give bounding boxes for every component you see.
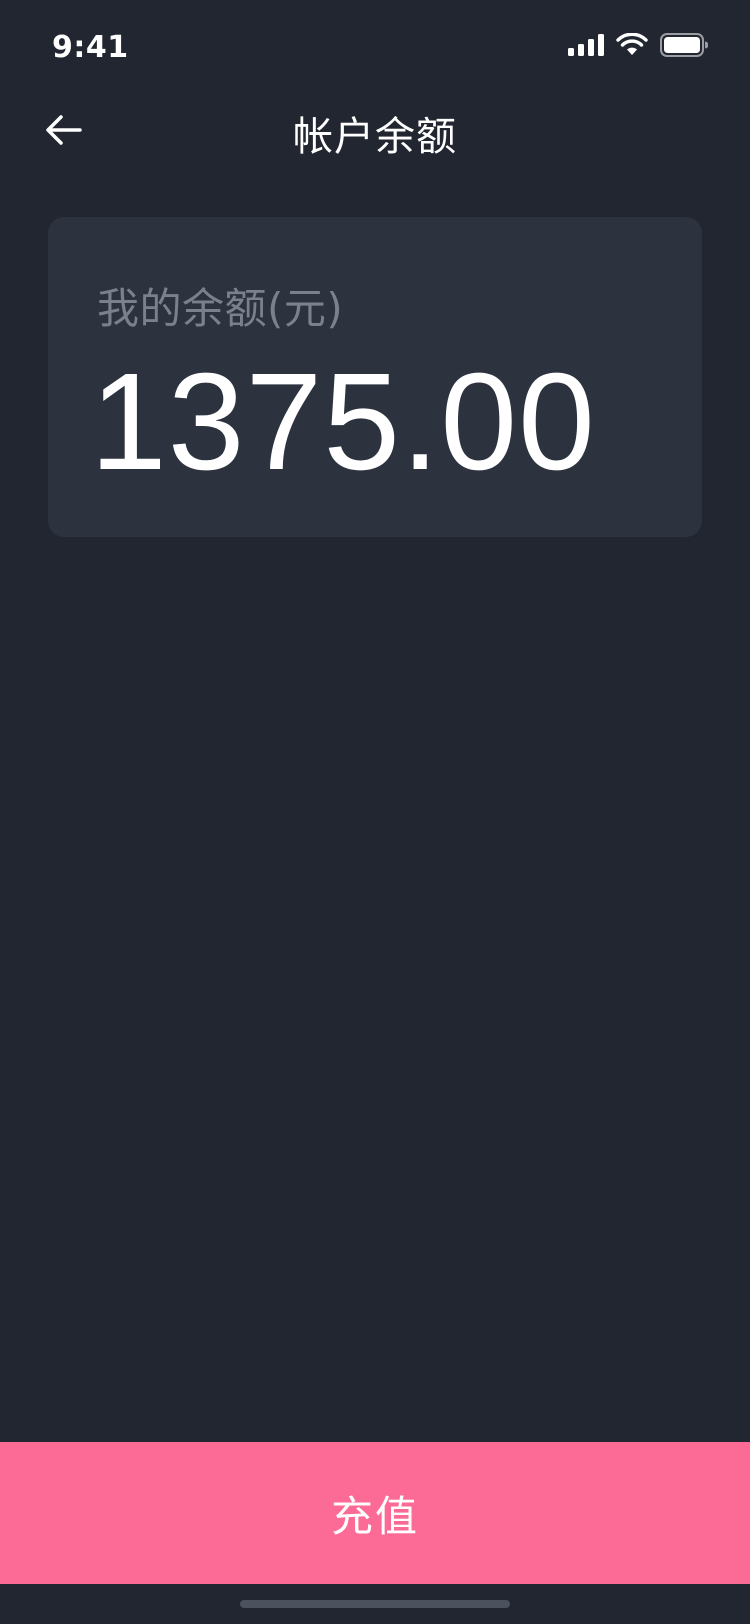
page-title: 帐户余额 bbox=[293, 114, 457, 160]
balance-amount: 1375.00 bbox=[90, 345, 596, 499]
wifi-icon bbox=[616, 32, 648, 61]
signal-icon bbox=[568, 34, 604, 60]
balance-card: 我的余额(元) 1375.00 bbox=[48, 217, 702, 537]
battery-icon bbox=[660, 33, 709, 61]
balance-label: 我的余额(元) bbox=[97, 284, 344, 333]
status-bar: 9:41 bbox=[0, 0, 750, 88]
recharge-button[interactable]: 充值 bbox=[0, 1442, 750, 1584]
status-time: 9:41 bbox=[52, 30, 129, 65]
home-indicator bbox=[240, 1600, 510, 1608]
nav-bar: 帐户余额 bbox=[0, 88, 750, 176]
status-icons bbox=[568, 32, 709, 61]
